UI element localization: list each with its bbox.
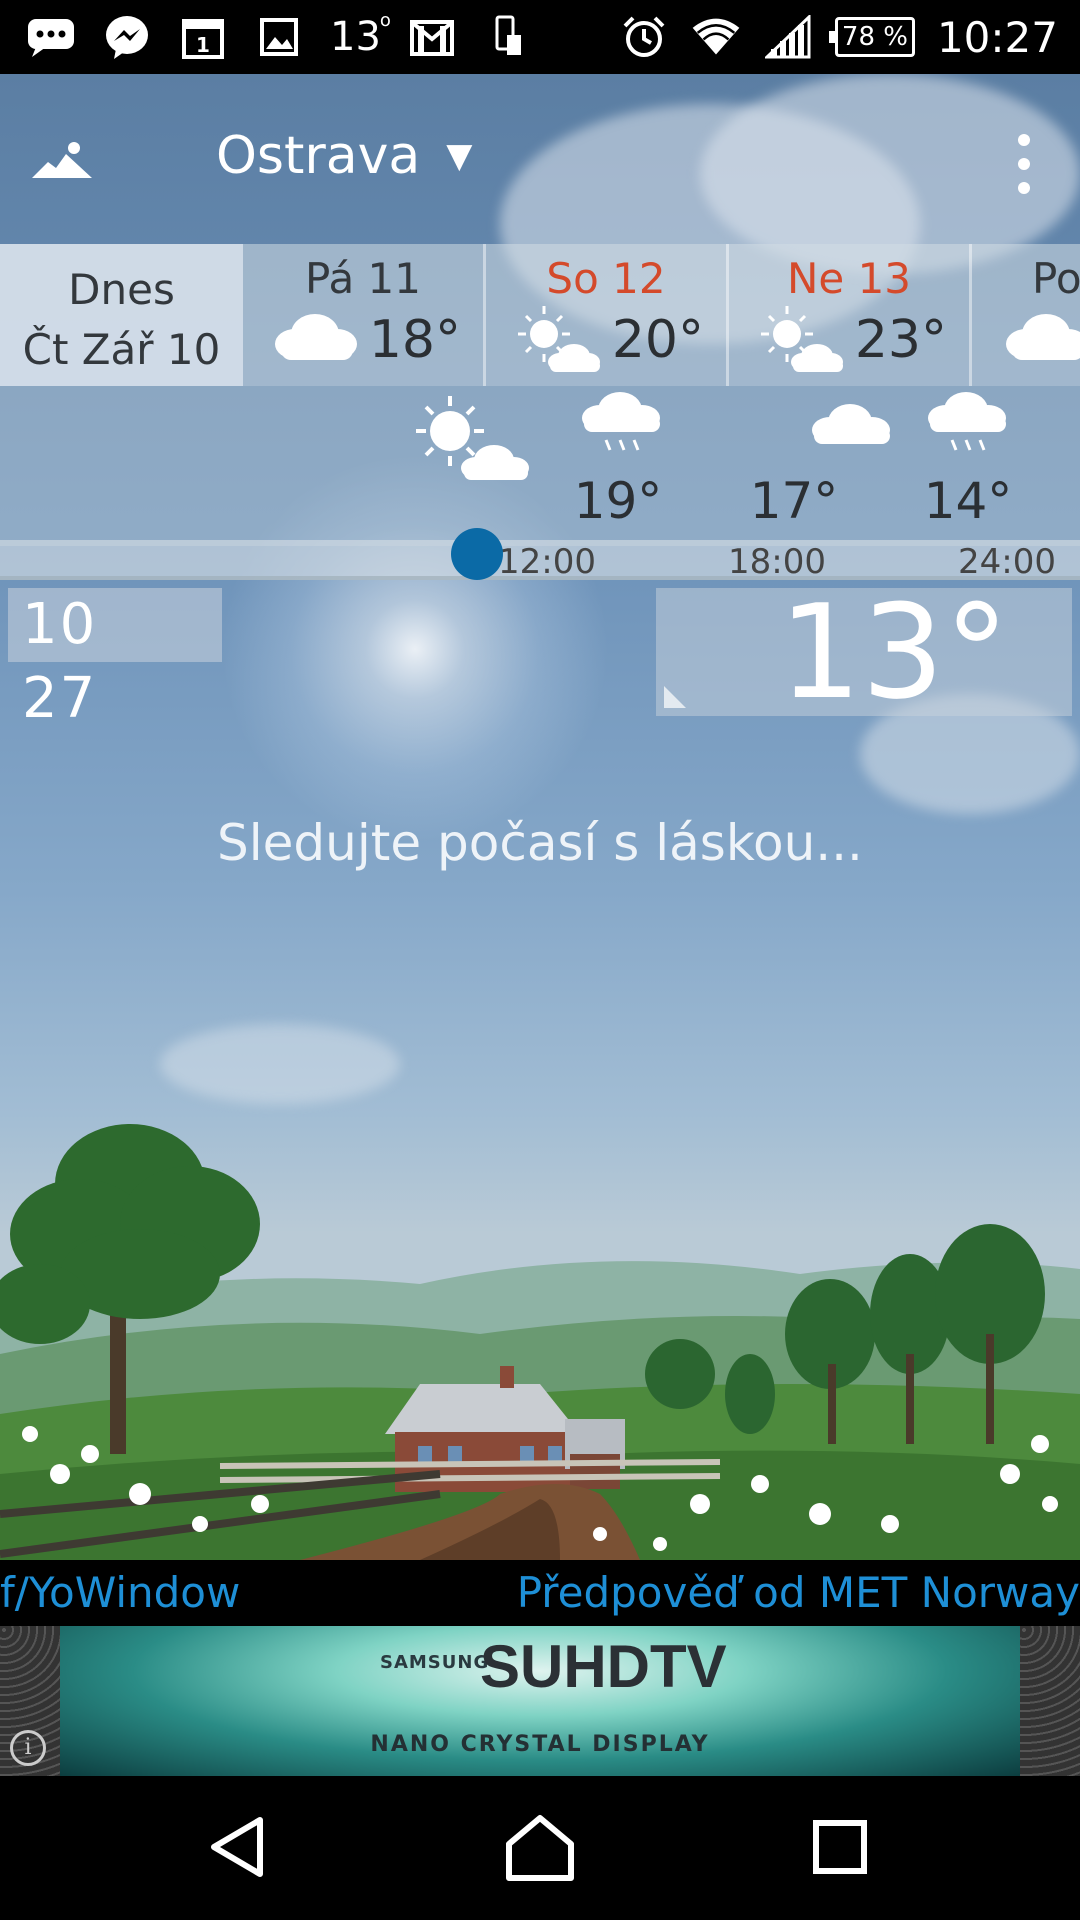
day-today[interactable]: Dnes Čt Zář 10 (0, 244, 243, 386)
day-temp: 23° (854, 310, 947, 370)
day-name: Po (1032, 254, 1080, 303)
cloud-icon (1002, 304, 1080, 374)
wifi-icon (691, 15, 741, 59)
footer-links: f/YoWindow Předpověď od MET Norway (0, 1560, 1080, 1626)
forecast-provider-link[interactable]: Předpověď od MET Norway (517, 1568, 1080, 1617)
ad-product: SUHDTV (480, 1633, 727, 1700)
daily-forecast: Dnes Čt Zář 10 Pá 11 18° So 12 20° Ne 13… (0, 244, 1080, 386)
hourly-forecast[interactable]: 19° 17° 14° (0, 386, 1080, 546)
day-item[interactable]: Po (972, 244, 1080, 386)
more-options-icon[interactable] (1012, 134, 1036, 194)
battery-indicator: 78 % (828, 17, 915, 57)
temperature-value: 13° (778, 576, 1010, 728)
status-clock: 10:27 (936, 12, 1058, 62)
slogan-text: Sledujte počasí s láskou... (217, 814, 863, 872)
day-name: Ne 13 (786, 254, 912, 303)
today-label: Dnes (68, 265, 175, 314)
landscape-illustration (0, 1074, 1080, 1560)
status-bar: 1 13 o 78 % 10:27 (0, 0, 1080, 74)
day-name: So 12 (546, 254, 666, 303)
recents-icon[interactable] (795, 1802, 885, 1892)
info-icon[interactable]: i (10, 1730, 46, 1766)
ad-right-pattern (1020, 1626, 1080, 1776)
today-date: Čt Zář 10 (22, 325, 221, 374)
hourly-temp: 17° (749, 472, 839, 530)
partly-sunny-icon (757, 304, 847, 374)
ad-content: SAMSUNG SUHDTV NANO CRYSTAL DISPLAY (60, 1626, 1020, 1776)
current-hour: 10 (22, 592, 98, 657)
cloud-icon (806, 396, 906, 466)
gallery-icon (254, 15, 304, 59)
status-weather-temp: 13 o (330, 10, 391, 60)
day-item[interactable]: Pá 11 18° (243, 244, 486, 386)
home-icon[interactable] (495, 1802, 585, 1892)
navigation-bar (0, 1776, 1080, 1920)
alarm-icon (619, 15, 669, 59)
chat-bubble-icon (26, 15, 76, 59)
hourly-temp: 19° (573, 472, 663, 530)
svg-text:1: 1 (196, 33, 210, 57)
hourly-temp: 14° (923, 472, 1013, 530)
day-temp: 20° (611, 310, 704, 370)
facebook-link[interactable]: f/YoWindow (0, 1568, 240, 1617)
partly-sunny-icon (514, 304, 604, 374)
messenger-icon (102, 15, 152, 59)
top-bar: Ostrava ▼ (0, 74, 1080, 244)
ad-banner[interactable]: SAMSUNG SUHDTV NANO CRYSTAL DISPLAY i (0, 1626, 1080, 1776)
time-slider-handle[interactable] (451, 528, 503, 580)
location-selector[interactable]: Ostrava ▼ (216, 126, 472, 186)
current-time: 10 27 (8, 588, 222, 731)
phone-sim-icon (483, 15, 533, 59)
ad-tagline: NANO CRYSTAL DISPLAY (370, 1732, 710, 1757)
landscape-icon[interactable] (30, 134, 94, 184)
calendar-icon: 1 (178, 15, 228, 59)
weather-scene[interactable]: Ostrava ▼ Dnes Čt Zář 10 Pá 11 18° So 12… (0, 74, 1080, 1560)
day-temp: 18° (368, 310, 461, 370)
rain-icon (922, 388, 1022, 458)
current-temperature[interactable]: 13° (656, 587, 1072, 717)
cloud-icon (271, 304, 361, 374)
ad-brand: SAMSUNG (380, 1652, 490, 1673)
gmail-icon (407, 15, 457, 59)
partly-sunny-icon (412, 394, 542, 484)
day-item[interactable]: Ne 13 23° (729, 244, 972, 386)
signal-icon (763, 15, 813, 59)
time-label: 12:00 (498, 542, 596, 582)
day-name: Pá 11 (305, 254, 421, 303)
back-icon[interactable] (196, 1802, 286, 1892)
chevron-down-icon: ▼ (446, 136, 473, 176)
expand-corner-icon (664, 686, 686, 708)
day-item[interactable]: So 12 20° (486, 244, 729, 386)
time-slider-track[interactable]: 12:00 18:00 24:00 (0, 540, 1080, 582)
rain-icon (576, 388, 676, 458)
current-minute: 27 (22, 666, 98, 731)
city-name: Ostrava (216, 126, 421, 186)
